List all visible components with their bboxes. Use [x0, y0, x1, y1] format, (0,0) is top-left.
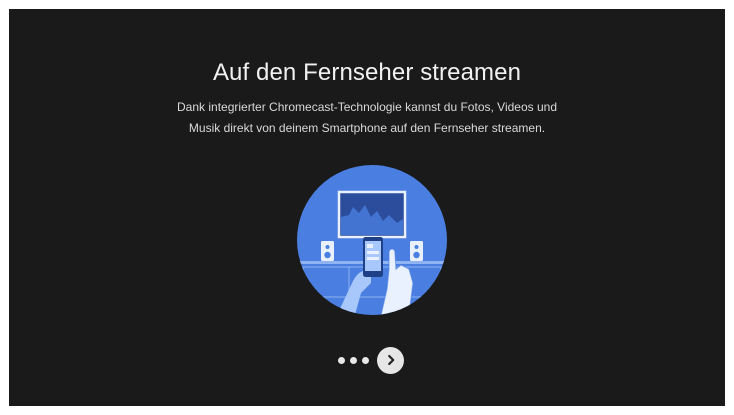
page-indicator-dot	[338, 356, 345, 364]
page-description: Dank integrierter Chromecast-Technologie…	[9, 97, 725, 139]
page-indicator-dot	[350, 356, 357, 364]
chromecast-streaming-illustration	[297, 165, 447, 315]
next-button[interactable]	[377, 346, 404, 374]
tv-screen: Auf den Fernseher streamen Dank integrie…	[9, 9, 725, 406]
onboarding-pagination	[338, 346, 404, 374]
page-title: Auf den Fernseher streamen	[212, 59, 522, 86]
page-indicator-dot	[362, 356, 369, 364]
description-line-2: Musik direkt von deinem Smartphone auf d…	[188, 121, 546, 135]
chevron-right-icon	[387, 354, 394, 366]
description-line-1: Dank integrierter Chromecast-Technologie…	[177, 100, 557, 114]
